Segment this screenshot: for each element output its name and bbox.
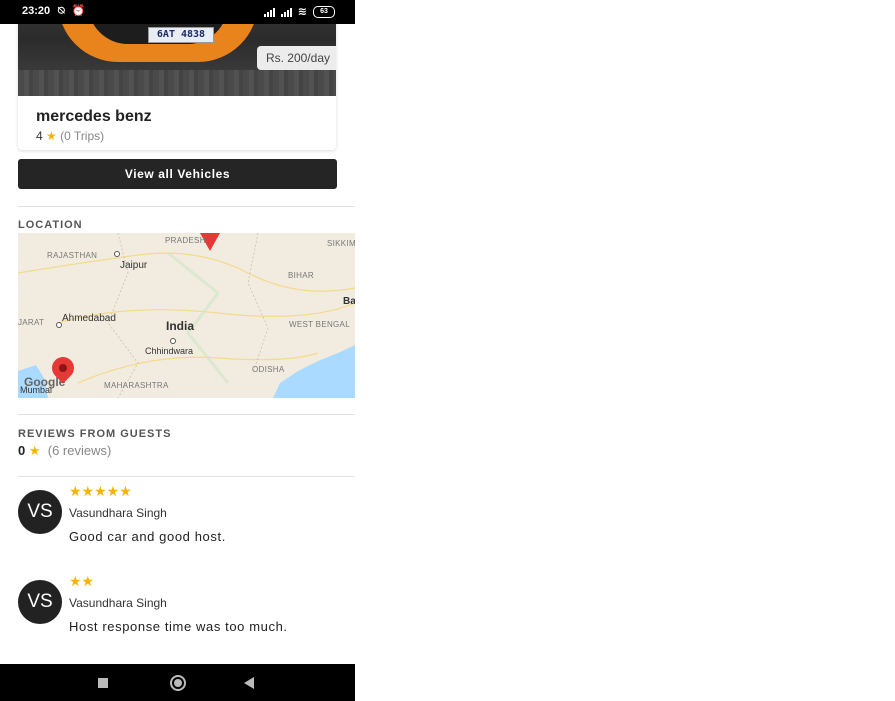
map-label-pradesh: PRADESH [165,236,206,245]
signal-icon [263,7,275,17]
review-text: Good car and good host. [69,529,226,544]
home-button-icon[interactable] [170,675,186,691]
price-tag: Rs. 200/day [256,46,336,70]
reviews-summary: 0 ★ (6 reviews) [18,443,111,459]
review-stars: ★★★★★ [69,483,132,499]
vehicle-name: mercedes benz [36,108,152,125]
star-icon: ★ [46,129,57,143]
divider [18,414,355,415]
back-button-icon[interactable] [244,677,254,689]
map-label-rajasthan: RAJASTHAN [47,251,98,260]
avatar: VS [18,490,62,534]
location-map[interactable]: PRADESH SIKKIM RAJASTHAN Jaipur BIHAR Ba… [18,233,355,398]
map-label-sikkim: SIKKIM [327,239,355,248]
reviewer-name: Vasundhara Singh [69,596,167,610]
star-icon: ★ [28,443,41,458]
wifi-icon: ≋ [297,6,307,18]
reviews-average: 0 [18,443,26,458]
review-text: Host response time was too much. [69,619,288,634]
vehicle-rating-value: 4 [36,129,43,143]
recents-button-icon[interactable] [98,678,108,688]
status-bar: 23:20 ⍉ ⏰ ≋ 63 [0,0,355,24]
navigation-bar [0,664,355,701]
map-label-ba: Ba [343,296,355,307]
review-item: VS ★★ Vasundhara Singh Host response tim… [18,573,355,650]
divider [18,476,355,477]
map-label-gujarat: JARAT [18,318,45,327]
map-label-odisha: ODISHA [252,365,285,374]
avatar: VS [18,580,62,624]
map-dot [56,322,62,328]
review-item: VS ★★★★★ Vasundhara Singh Good car and g… [18,483,355,560]
signal-icon-2 [280,7,292,17]
map-city-jaipur: Jaipur [120,260,148,271]
view-all-vehicles-button[interactable]: View all Vehicles [18,159,337,189]
status-time: 23:20 [22,5,51,17]
status-right-icons: ≋ 63 [263,5,335,18]
vehicle-rating: 4 ★ (0 Trips) [36,129,104,143]
reviewer-name: Vasundhara Singh [69,506,167,520]
map-city-chhindwara: Chhindwara [145,346,194,356]
reviews-count: (6 reviews) [47,443,112,458]
map-dot [170,338,176,344]
map-label-bihar: BIHAR [288,271,314,280]
photo-ground [18,70,336,96]
vehicle-trips: (0 Trips) [60,129,105,143]
reviews-title: REVIEWS FROM GUESTS [18,428,172,440]
battery-icon: 63 [313,5,335,18]
review-stars: ★★ [69,573,95,589]
divider [18,206,355,207]
location-title: LOCATION [18,219,83,231]
map-label-maharashtra: MAHARASHTRA [104,381,169,390]
phone-screen: 6AT 4838 Rs. 200/day mercedes benz 4 ★ (… [0,0,355,701]
map-country-india: India [166,319,195,333]
license-plate: 6AT 4838 [148,27,214,43]
map-label-west-bengal: WEST BENGAL [289,320,350,329]
notification-icons: ⍉ ⏰ [58,5,88,17]
map-dot [114,251,120,257]
map-city-ahmedabad: Ahmedabad [62,313,116,324]
